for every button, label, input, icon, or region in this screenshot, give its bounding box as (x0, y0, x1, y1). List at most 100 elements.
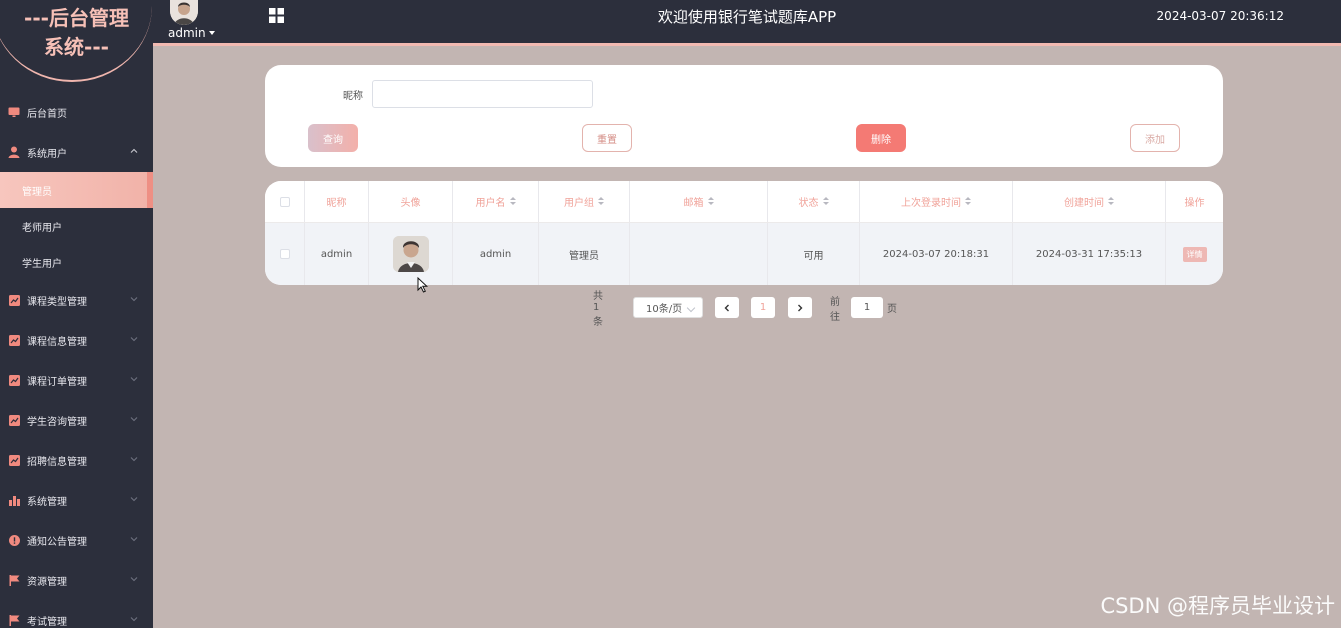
chevron-down-icon (130, 577, 138, 582)
sidebar-menu: 后台首页 系统用户 管理员 老师用户 学生用户 课程类型管理 课程信息管理 课程… (0, 92, 153, 628)
sidebar-item-label: 后台首页 (27, 108, 67, 120)
table-row[interactable]: admin admin 管理员 可用 2024-03-07 20:18:31 2… (265, 223, 1223, 285)
logo-text: ---后台管理 系统--- (0, 4, 153, 62)
caret-down-icon (208, 31, 215, 35)
sidebar-item-label: 老师用户 (22, 222, 62, 234)
column-header-group[interactable]: 用户组 (539, 181, 630, 222)
header-select-all (265, 181, 305, 222)
cell-group: 管理员 (539, 223, 630, 285)
column-header-label: 用户名 (475, 198, 506, 209)
logo: ---后台管理 系统--- (0, 0, 153, 86)
page-size-select[interactable]: 10条/页 (633, 297, 703, 318)
chevron-down-icon (130, 417, 138, 422)
user-menu[interactable]: admin (168, 26, 215, 40)
column-header-label: 用户组 (564, 198, 594, 209)
search-panel: 昵称 查询 重置 删除 添加 (265, 65, 1223, 167)
nickname-input[interactable] (372, 80, 593, 108)
sidebar-item-system-users[interactable]: 系统用户 (0, 132, 153, 172)
add-button[interactable]: 添加 (1130, 124, 1180, 152)
detail-button[interactable]: 详情 (1182, 246, 1207, 262)
chevron-down-icon (130, 537, 138, 542)
chevron-down-icon (130, 297, 138, 302)
flag-icon (8, 614, 20, 626)
next-page-button[interactable] (788, 297, 812, 318)
cell-created: 2024-03-31 17:35:13 (1013, 223, 1166, 285)
chevron-down-icon (130, 377, 138, 382)
sidebar-item-label: 通知公告管理 (27, 536, 87, 548)
sidebar-subitem-admin[interactable]: 管理员 (0, 172, 153, 208)
chevron-up-icon (130, 148, 138, 153)
sort-icon[interactable] (509, 197, 516, 206)
topbar-accent-line (153, 43, 1341, 46)
row-checkbox[interactable] (279, 249, 290, 259)
column-header-label: 创建时间 (1064, 198, 1104, 209)
prev-page-button[interactable] (715, 297, 739, 318)
column-header-last-login[interactable]: 上次登录时间 (860, 181, 1013, 222)
chevron-left-icon (724, 304, 729, 311)
sidebar-item-resource[interactable]: 资源管理 (0, 560, 153, 600)
row-select (265, 223, 305, 285)
column-header-email[interactable]: 邮箱 (630, 181, 768, 222)
watermark: CSDN @程序员毕业设计 (1100, 594, 1335, 618)
sidebar-item-label: 资源管理 (27, 576, 67, 588)
sidebar-subitem-student[interactable]: 学生用户 (0, 244, 153, 280)
total-count: 共 1 条 (593, 291, 603, 328)
column-header-status[interactable]: 状态 (768, 181, 860, 222)
chart-icon (8, 454, 20, 466)
chevron-right-icon (798, 304, 803, 311)
logo-line-2: 系统--- (44, 35, 109, 59)
column-header-label: 头像 (400, 198, 421, 209)
page-number-current[interactable]: 1 (751, 297, 775, 318)
goto-label: 前往 (830, 296, 840, 323)
logo-line-1: ---后台管理 (24, 6, 129, 30)
sidebar-item-label: 课程类型管理 (27, 296, 87, 308)
query-button[interactable]: 查询 (308, 124, 358, 152)
column-header-label: 状态 (798, 198, 819, 209)
table-header: 昵称 头像 用户名 用户组 邮箱 状态 上次登录时间 创建时间 操作 (265, 181, 1223, 223)
select-all-checkbox[interactable] (279, 196, 290, 207)
user-icon (8, 146, 20, 158)
reset-button[interactable]: 重置 (582, 124, 632, 152)
mouse-cursor-icon (417, 277, 428, 293)
column-header-action: 操作 (1166, 181, 1223, 222)
bar-chart-icon (8, 494, 20, 506)
sidebar-item-course-type[interactable]: 课程类型管理 (0, 280, 153, 320)
column-header-created[interactable]: 创建时间 (1013, 181, 1166, 222)
column-header-nickname: 昵称 (305, 181, 369, 222)
chevron-down-icon (130, 457, 138, 462)
nickname-label: 昵称 (343, 91, 363, 102)
sort-icon[interactable] (965, 197, 971, 206)
sidebar-item-recruit[interactable]: 招聘信息管理 (0, 440, 153, 480)
chevron-down-icon (130, 497, 138, 502)
sidebar-item-label: 系统管理 (27, 496, 67, 508)
goto-page-input[interactable]: 1 (851, 297, 883, 318)
sidebar-item-system[interactable]: 系统管理 (0, 480, 153, 520)
sidebar-item-course-info[interactable]: 课程信息管理 (0, 320, 153, 360)
sort-icon[interactable] (707, 197, 714, 206)
cell-username: admin (453, 223, 539, 285)
chevron-down-icon (130, 337, 138, 342)
delete-button[interactable]: 删除 (856, 124, 906, 152)
cell-nickname: admin (305, 223, 369, 285)
sidebar-item-student-consult[interactable]: 学生咨询管理 (0, 400, 153, 440)
sidebar-item-label: 学生咨询管理 (27, 416, 87, 428)
sort-icon[interactable] (598, 197, 604, 206)
sidebar: ---后台管理 系统--- 后台首页 系统用户 管理员 老师用户 学生用户 课程… (0, 0, 153, 628)
sidebar-item-course-order[interactable]: 课程订单管理 (0, 360, 153, 400)
info-icon (8, 534, 20, 546)
column-header-username[interactable]: 用户名 (453, 181, 539, 222)
cell-action: 详情 (1166, 223, 1223, 285)
flag-icon (8, 574, 20, 586)
username-label: admin (168, 26, 206, 40)
sidebar-item-exam[interactable]: 考试管理 (0, 600, 153, 628)
cell-avatar (369, 223, 453, 285)
sort-icon[interactable] (822, 197, 829, 206)
sidebar-item-label: 管理员 (22, 186, 52, 198)
sidebar-item-notice[interactable]: 通知公告管理 (0, 520, 153, 560)
sidebar-subitem-teacher[interactable]: 老师用户 (0, 208, 153, 244)
sidebar-item-home[interactable]: 后台首页 (0, 92, 153, 132)
sort-icon[interactable] (1108, 197, 1114, 206)
datetime-display: 2024-03-07 20:36:12 (1156, 9, 1284, 23)
column-header-label: 邮箱 (683, 198, 704, 209)
chevron-down-icon (130, 617, 138, 622)
